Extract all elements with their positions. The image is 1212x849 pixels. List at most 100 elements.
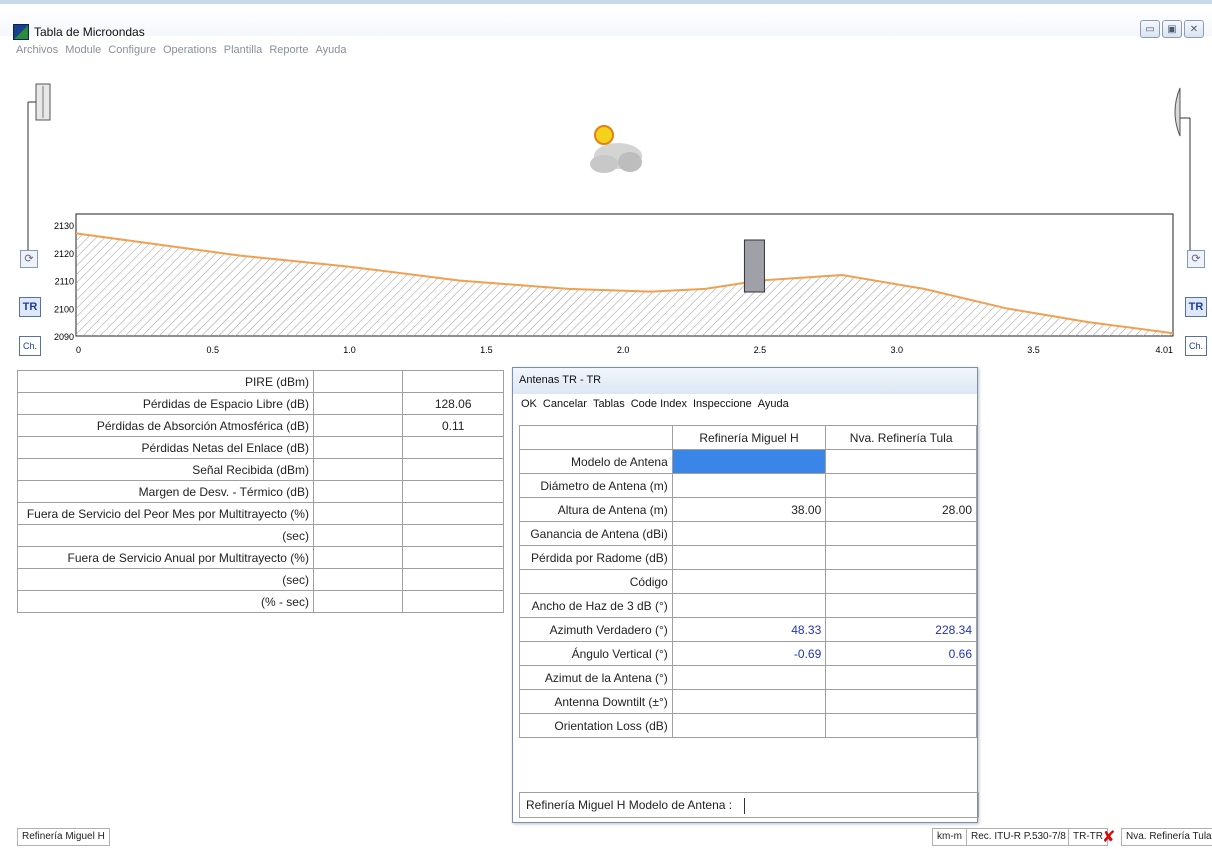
dialog-menu-item[interactable]: Cancelar [543, 398, 587, 412]
results-row: Fuera de Servicio del Peor Mes por Multi… [17, 502, 504, 525]
antenna-param-site2[interactable] [825, 449, 977, 474]
antenna-param-site1[interactable] [671, 689, 827, 714]
menu-configure[interactable]: Configure [108, 44, 156, 60]
maximize-button[interactable]: ▣ [1162, 20, 1182, 38]
results-label: (sec) [17, 524, 314, 547]
x-tick-label: 1.5 [480, 345, 493, 355]
antenna-param-row: Altura de Antena (m) 38.00 28.00 [519, 497, 977, 522]
results-value-1 [312, 370, 404, 393]
results-label: Margen de Desv. - Térmico (dB) [17, 480, 314, 503]
results-value-1 [312, 458, 404, 481]
results-row: (% - sec) [17, 590, 504, 613]
results-value-1 [312, 524, 404, 547]
menu-plantilla[interactable]: Plantilla [224, 44, 263, 60]
antenna-param-site2[interactable] [825, 593, 977, 618]
antenna-param-site1[interactable] [671, 473, 827, 498]
results-value-1 [312, 392, 404, 415]
dialog-menu-item[interactable]: Tablas [593, 398, 625, 412]
antenna-param-site2[interactable] [825, 473, 977, 498]
results-value-2 [402, 524, 504, 547]
results-value-2 [402, 436, 504, 459]
y-tick-label: 2110 [55, 277, 74, 287]
antenna-param-site2[interactable] [825, 545, 977, 570]
antenna-param-label: Código [519, 569, 673, 594]
results-value-1 [312, 436, 404, 459]
antenna-param-site1[interactable]: 48.33 [671, 617, 827, 642]
menu-module[interactable]: Module [65, 44, 101, 60]
results-row: Pérdidas de Absorción Atmosférica (dB) 0.… [17, 414, 504, 437]
antenna-param-site2[interactable] [825, 569, 977, 594]
antenna-param-site1[interactable] [671, 713, 827, 738]
antenna-param-label: Ganancia de Antena (dBi) [519, 521, 673, 546]
x-tick-label: 3.0 [890, 345, 903, 355]
results-value-2: 128.06 [402, 392, 504, 415]
antenna-model-row: Refinería Miguel H Modelo de Antena : [519, 792, 979, 818]
antenna-site-header: Nva. Refinería Tula [825, 425, 977, 450]
status-units: km-m [932, 828, 967, 846]
menu-operations[interactable]: Operations [163, 44, 217, 60]
obstacle-structure[interactable] [743, 239, 765, 293]
link-results-table: PIRE (dBm) Pérdidas de Espacio Libre (dB)… [17, 370, 504, 613]
antenna-model-input[interactable] [744, 798, 746, 814]
minimize-button[interactable]: ▭ [1140, 20, 1160, 38]
results-value-2 [402, 458, 504, 481]
weather-partly-cloudy-icon [590, 125, 642, 173]
right-ch-button[interactable]: Ch. [1185, 336, 1207, 356]
left-ch-button[interactable]: Ch. [19, 336, 41, 356]
app-window: Tabla de Microondas ▭ ▣ ✕ Archivos Modul… [0, 0, 1212, 849]
right-tr-button[interactable]: TR [1185, 297, 1207, 317]
antenna-param-site2[interactable]: 0.66 [825, 641, 977, 666]
antenna-param-site1[interactable] [671, 449, 827, 474]
results-row: (sec) [17, 524, 504, 547]
antenna-param-site2[interactable]: 228.34 [825, 617, 977, 642]
antenna-param-site1[interactable] [671, 545, 827, 570]
results-value-2 [402, 568, 504, 591]
results-label: Pérdidas Netas del Enlace (dB) [17, 436, 314, 459]
dialog-menu-item[interactable]: Ayuda [758, 398, 789, 412]
left-tr-button[interactable]: TR [19, 297, 41, 317]
results-value-2 [402, 480, 504, 503]
dialog-menu-item[interactable]: Code Index [631, 398, 687, 412]
antenna-param-site1[interactable] [671, 593, 827, 618]
error-x-icon: ✘ [1102, 829, 1116, 846]
antenna-param-site2[interactable] [825, 713, 977, 738]
antenna-param-site2[interactable] [825, 665, 977, 690]
dialog-title: Antenas TR - TR [513, 368, 977, 394]
dialog-menu-item[interactable]: Inspeccione [693, 398, 752, 412]
antenna-param-label: Orientation Loss (dB) [519, 713, 673, 738]
results-row: Señal Recibida (dBm) [17, 458, 504, 481]
x-tick-label: 0 [76, 345, 81, 355]
menu-ayuda[interactable]: Ayuda [315, 44, 346, 60]
antenna-param-site2[interactable]: 28.00 [825, 497, 977, 522]
antenna-param-site2[interactable] [825, 689, 977, 714]
right-refresh-icon[interactable]: ⟳ [1187, 250, 1205, 268]
left-refresh-icon[interactable]: ⟳ [20, 250, 38, 268]
status-recommendation: Rec. ITU-R P.530-7/8 [966, 828, 1071, 846]
results-label: Pérdidas de Absorción Atmosférica (dB) [17, 414, 314, 437]
antenna-param-site1[interactable] [671, 665, 827, 690]
dialog-menu-item[interactable]: OK [521, 398, 537, 412]
x-tick-label: 2.0 [617, 345, 630, 355]
antenna-param-label: Altura de Antena (m) [519, 497, 673, 522]
x-tick-label: 4.01 [1155, 345, 1173, 355]
results-value-1 [312, 414, 404, 437]
x-tick-label: 3.5 [1027, 345, 1040, 355]
antenna-param-row: Azimut de la Antena (°) [519, 665, 977, 690]
antenna-param-row: Ángulo Vertical (°) -0.69 0.66 [519, 641, 977, 666]
menu-reporte[interactable]: Reporte [269, 44, 308, 60]
antenna-site-header: Refinería Miguel H [671, 425, 827, 450]
antenna-param-site1[interactable] [671, 521, 827, 546]
antenna-params-table: Refinería Miguel H Nva. Refinería Tula Mod… [519, 425, 977, 738]
antenna-param-site1[interactable]: -0.69 [671, 641, 827, 666]
antenna-param-site1[interactable]: 38.00 [671, 497, 827, 522]
terrain-profile-chart: 2130 2120 2110 2100 20900 0.5 1.0 1.5 2.0 2.5 3.0 3… [27, 83, 1191, 355]
antenna-param-site1[interactable] [671, 569, 827, 594]
results-value-2: 0.11 [402, 414, 504, 437]
menu-archivos[interactable]: Archivos [16, 44, 58, 60]
antenna-param-row: Pérdida por Radome (dB) [519, 545, 977, 570]
antenna-param-site2[interactable] [825, 521, 977, 546]
results-value-2 [402, 370, 504, 393]
antennas-dialog: Antenas TR - TR OK Cancelar Tablas Code Ind… [512, 367, 979, 823]
menu-bar: Archivos Module Configure Operations Pla… [0, 44, 1212, 60]
close-button[interactable]: ✕ [1184, 20, 1204, 38]
